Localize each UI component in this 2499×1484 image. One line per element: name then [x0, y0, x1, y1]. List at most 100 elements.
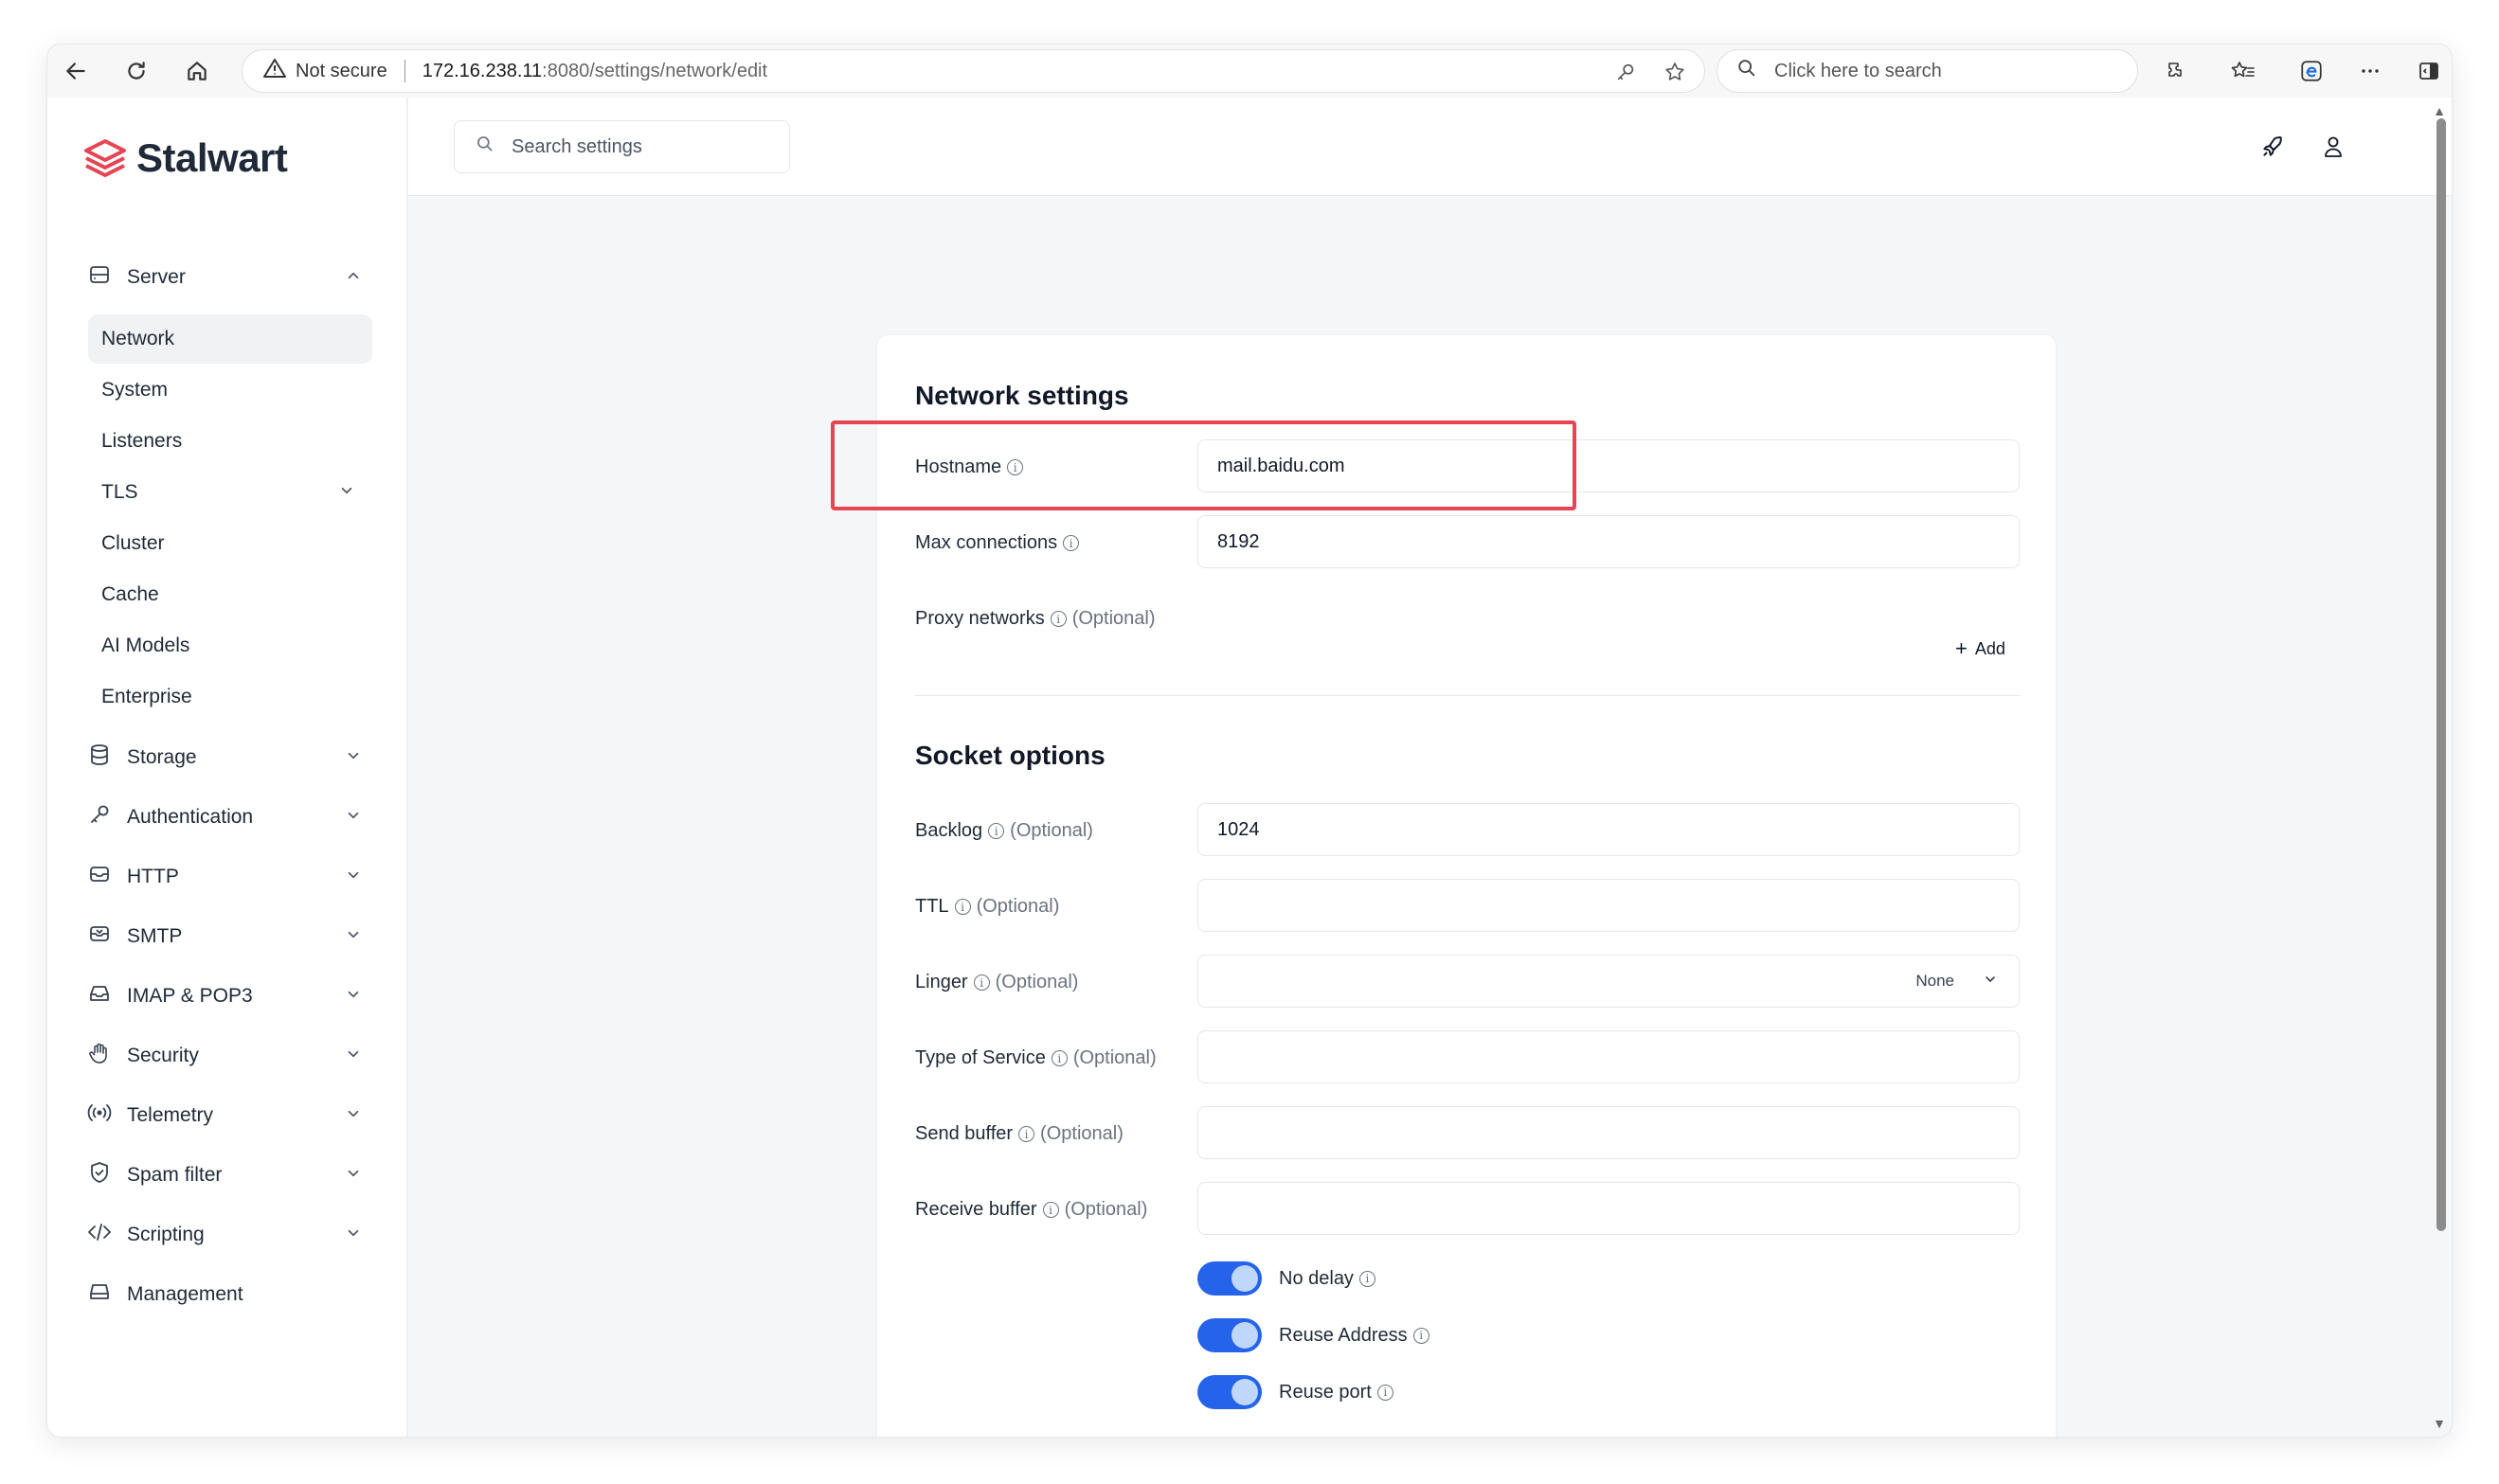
nav-telemetry[interactable]: Telemetry: [85, 1093, 369, 1138]
sidebar-item-cache[interactable]: Cache: [88, 570, 372, 619]
chevron-down-icon: [345, 1165, 362, 1187]
browser-search-bar[interactable]: Click here to search: [1717, 49, 2138, 93]
nav-group-label: Spam filter: [127, 1164, 223, 1186]
nav-server-label: Server: [127, 266, 186, 288]
plus-icon: +: [1955, 636, 1968, 660]
optional-tag: (Optional): [1040, 1123, 1124, 1144]
info-icon[interactable]: i: [1007, 459, 1024, 475]
code-icon: [85, 1222, 114, 1248]
logo-text: Stalwart: [136, 135, 288, 180]
info-icon[interactable]: i: [1050, 611, 1067, 627]
reuse-port-toggle[interactable]: [1197, 1375, 1262, 1409]
chevron-down-icon: [1983, 972, 1998, 992]
password-key-icon[interactable]: [1609, 56, 1642, 88]
address-bar[interactable]: Not secure 172.16.238.11:8080/settings/n…: [242, 49, 1705, 93]
info-icon[interactable]: i: [1376, 1384, 1393, 1401]
sidebar-item-enterprise[interactable]: Enterprise: [88, 672, 372, 722]
sidebar-item-label: Cluster: [101, 532, 165, 554]
nav-management[interactable]: Management: [85, 1272, 369, 1317]
toggle-knob: [1232, 1322, 1258, 1349]
send-buffer-input[interactable]: [1197, 1106, 2020, 1159]
nav-spam-filter[interactable]: Spam filter: [85, 1153, 369, 1198]
info-icon[interactable]: i: [1412, 1327, 1429, 1344]
refresh-icon[interactable]: [117, 52, 155, 90]
no-delay-toggle[interactable]: [1197, 1261, 1262, 1296]
more-menu-icon[interactable]: [2351, 52, 2389, 90]
hostname-input[interactable]: mail.baidu.com: [1197, 439, 2020, 492]
linger-select[interactable]: None: [1197, 955, 2020, 1008]
optional-tag: (Optional): [1071, 608, 1156, 629]
chevron-down-icon: [345, 926, 362, 948]
ttl-label: TTL i (Optional): [915, 896, 1059, 918]
backlog-input[interactable]: 1024: [1197, 803, 2020, 856]
chevron-down-icon: [345, 867, 362, 888]
settings-search-input[interactable]: Search settings: [454, 120, 790, 173]
back-icon[interactable]: [57, 52, 95, 90]
nav-smtp[interactable]: SMTP: [85, 914, 369, 959]
chevron-down-icon: [345, 1225, 362, 1246]
http-icon: [85, 864, 114, 890]
nav-group-label: SMTP: [127, 925, 183, 947]
chevron-down-icon: [345, 1105, 362, 1127]
favorite-star-icon[interactable]: [1659, 56, 1691, 88]
home-icon[interactable]: [178, 52, 216, 90]
toggle-label: Reuse Address: [1279, 1324, 1408, 1346]
nav-storage[interactable]: Storage: [85, 735, 369, 780]
rocket-icon[interactable]: [2256, 130, 2290, 164]
nav-group-label: Management: [127, 1283, 243, 1305]
sidebar-item-label: Enterprise: [101, 686, 192, 707]
linger-selected-value: None: [1915, 972, 1954, 990]
browser-toolbar: Not secure 172.16.238.11:8080/settings/n…: [47, 45, 2452, 98]
chevron-up-icon: [345, 267, 362, 289]
nav-authentication[interactable]: Authentication: [85, 795, 369, 840]
inbox-icon: [85, 983, 114, 1010]
receive-buffer-input[interactable]: [1197, 1182, 2020, 1235]
info-icon[interactable]: i: [973, 974, 990, 991]
nav-imap-pop3[interactable]: IMAP & POP3: [85, 974, 369, 1019]
info-icon[interactable]: i: [954, 899, 971, 915]
nav-http[interactable]: HTTP: [85, 854, 369, 900]
info-icon[interactable]: i: [988, 823, 1005, 839]
type-of-service-input[interactable]: [1197, 1030, 2020, 1083]
sidebar-item-label: Cache: [101, 583, 159, 605]
nav-group-label: HTTP: [127, 866, 179, 887]
reuse-port-row: Reuse port i: [1197, 1375, 1393, 1409]
scroll-down-arrow[interactable]: ▼: [2433, 1416, 2446, 1431]
security-status[interactable]: Not secure: [296, 61, 387, 82]
info-icon[interactable]: i: [1042, 1202, 1059, 1218]
sidebar-item-network[interactable]: Network: [88, 314, 372, 364]
sidebar-item-cluster[interactable]: Cluster: [88, 519, 372, 568]
scrollbar-thumb[interactable]: [2436, 118, 2446, 1231]
proxy-networks-label: Proxy networks i (Optional): [915, 608, 1156, 630]
sidebar-toggle-icon[interactable]: [2410, 52, 2448, 90]
sidebar-item-system[interactable]: System: [88, 366, 372, 415]
sidebar-item-label: Network: [101, 328, 175, 349]
hand-icon: [85, 1042, 114, 1070]
nav-group-label: Storage: [127, 746, 197, 768]
favorites-icon[interactable]: [2224, 52, 2262, 90]
send-buffer-label: Send buffer i (Optional): [915, 1123, 1124, 1145]
max-connections-input[interactable]: 8192: [1197, 515, 2020, 568]
info-icon[interactable]: i: [1358, 1270, 1375, 1287]
nav-server[interactable]: Server: [85, 255, 369, 300]
scroll-up-arrow[interactable]: ▲: [2433, 103, 2446, 118]
ttl-input[interactable]: [1197, 879, 2020, 932]
stalwart-logo-icon: [84, 139, 126, 177]
sidebar-item-ai-models[interactable]: AI Models: [88, 621, 372, 670]
browser-essentials-icon[interactable]: [2292, 52, 2330, 90]
reuse-address-toggle[interactable]: [1197, 1318, 1262, 1352]
add-proxy-network-button[interactable]: + Add: [1942, 631, 2019, 667]
nav-scripting[interactable]: Scripting: [85, 1212, 369, 1258]
stalwart-logo[interactable]: Stalwart: [83, 135, 288, 181]
field-label-text: Proxy networks: [915, 608, 1045, 629]
info-icon[interactable]: i: [1018, 1126, 1035, 1142]
user-icon[interactable]: [2316, 130, 2350, 164]
sidebar-item-tls[interactable]: TLS: [88, 468, 372, 517]
backlog-label: Backlog i (Optional): [915, 820, 1093, 842]
sidebar-item-label: AI Models: [101, 635, 190, 656]
extensions-icon[interactable]: [2156, 52, 2194, 90]
info-icon[interactable]: i: [1051, 1050, 1068, 1066]
info-icon[interactable]: i: [1063, 535, 1080, 551]
nav-security[interactable]: Security: [85, 1033, 369, 1079]
sidebar-item-listeners[interactable]: Listeners: [88, 417, 372, 466]
